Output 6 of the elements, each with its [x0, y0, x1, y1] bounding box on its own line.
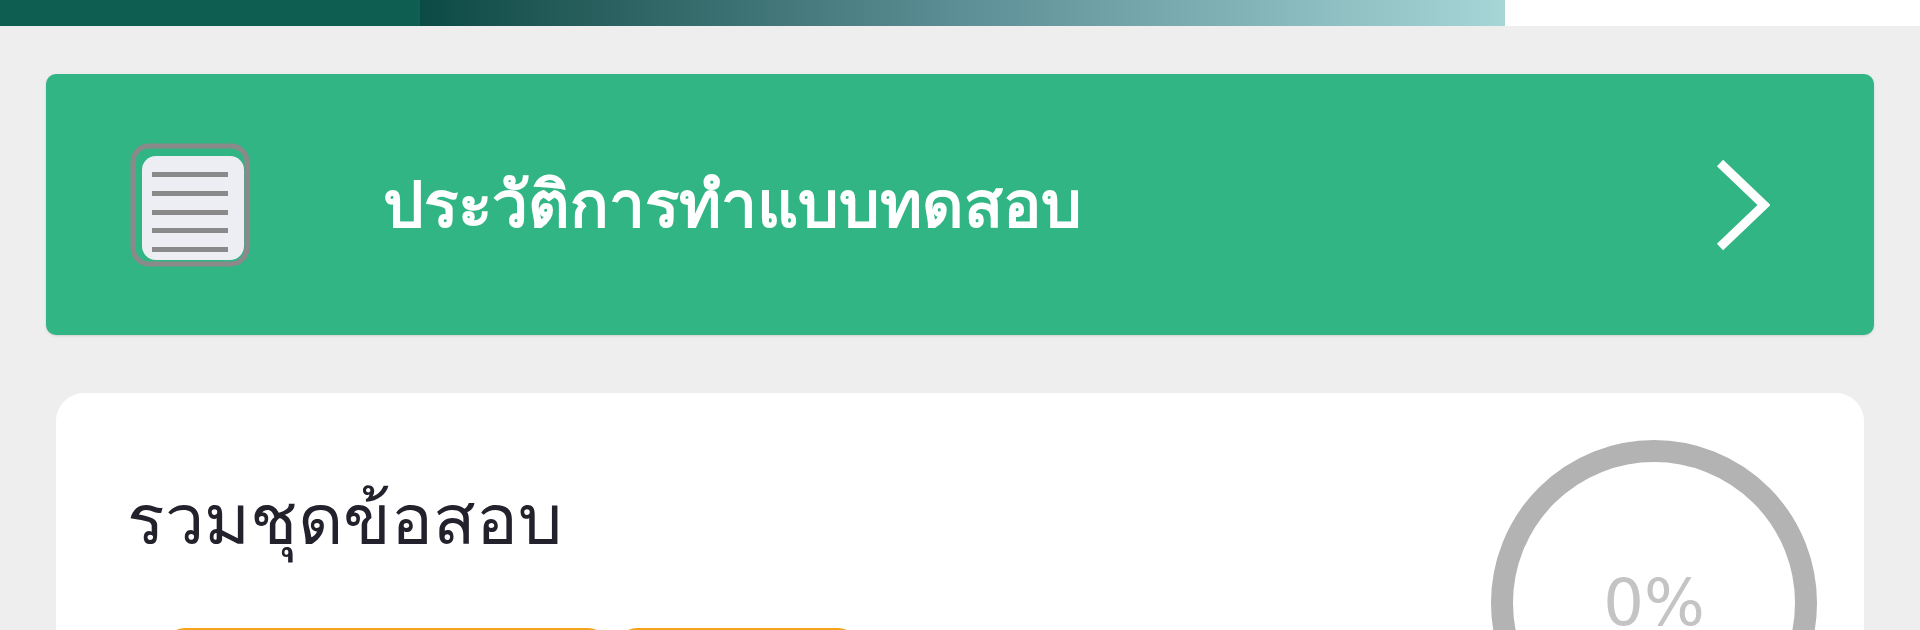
history-button[interactable]: ประวัติการทำแบบทดสอบ — [46, 74, 1874, 335]
card-title: รวมชุดข้อสอบ — [127, 478, 563, 562]
history-label: ประวัติการทำแบบทดสอบ — [383, 166, 1083, 244]
chevron-right-icon — [1714, 157, 1770, 252]
document-icon — [130, 142, 250, 267]
progress-reading: 0% — [1602, 565, 1706, 630]
